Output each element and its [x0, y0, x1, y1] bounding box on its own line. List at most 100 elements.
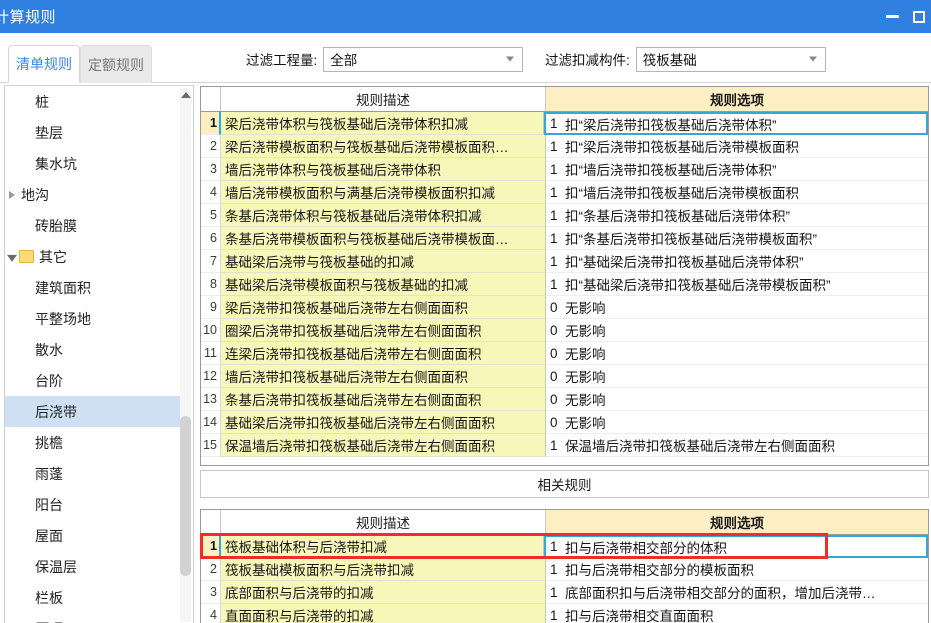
column-header-description[interactable]: 规则描述 [221, 87, 546, 111]
table-row[interactable]: 4 墙后浇带模板面积与满基后浇带模板面积扣减 1 扣“墙后浇带扣筏板基础后浇带模板面积 [201, 181, 928, 204]
tree-item[interactable]: 台阶 [5, 365, 183, 396]
row-index-cell[interactable]: 1 [201, 112, 221, 135]
table-row[interactable]: 8 基础梁后浇带模板面积与筏板基础的扣减 1 扣“基础梁后浇带扣筏板基础后浇带模板面积… [201, 273, 928, 296]
tree-item[interactable]: 平整场地 [5, 303, 183, 334]
rule-description-cell[interactable]: 连梁后浇带扣筏板基础后浇带左右侧面面积 [221, 342, 546, 365]
tree-item[interactable]: 地沟 [5, 179, 183, 210]
table-row[interactable]: 10 圈梁后浇带扣筏板基础后浇带左右侧面面积 0 无影响 [201, 319, 928, 342]
column-header-index[interactable] [201, 510, 221, 534]
table-row[interactable]: 12 墙后浇带扣筏板基础后浇带左右侧面面积 0 无影响 [201, 365, 928, 388]
rule-description-cell[interactable]: 筏板基础体积与后浇带扣减 [219, 535, 544, 558]
scroll-up-icon[interactable] [180, 88, 191, 102]
rule-description-cell[interactable]: 梁后浇带模板面积与筏板基础后浇带模板面积… [221, 135, 546, 158]
row-index-cell[interactable]: 13 [201, 388, 221, 411]
rule-option-cell[interactable]: 1 扣“条基后浇带扣筏板基础后浇带体积” [546, 204, 928, 227]
rule-description-cell[interactable]: 基础梁后浇带与筏板基础的扣减 [221, 250, 546, 273]
rule-description-cell[interactable]: 梁后浇带体积与筏板基础后浇带体积扣减 [219, 112, 544, 135]
rule-option-cell[interactable]: 0 无影响 [546, 319, 928, 342]
tree-item[interactable]: 桩 [5, 86, 183, 117]
row-index-cell[interactable]: 4 [201, 604, 221, 623]
rule-option-cell[interactable]: 1 扣与后浇带相交部分的模板面积 [546, 558, 928, 581]
row-index-cell[interactable]: 12 [201, 365, 221, 388]
tree-item[interactable]: 保温层 [5, 551, 183, 582]
rule-description-cell[interactable]: 条基后浇带扣筏板基础后浇带左右侧面面积 [221, 388, 546, 411]
rule-description-cell[interactable]: 墙后浇带模板面积与满基后浇带模板面积扣减 [221, 181, 546, 204]
row-index-cell[interactable]: 3 [201, 581, 221, 604]
table-row[interactable]: 15 保温墙后浇带扣筏板基础后浇带左右侧面面积 1 保温墙后浇带扣筏板基础后浇带左右侧… [201, 434, 928, 457]
rule-description-cell[interactable]: 基础梁后浇带模板面积与筏板基础的扣减 [221, 273, 546, 296]
rule-description-cell[interactable]: 条基后浇带体积与筏板基础后浇带体积扣减 [221, 204, 546, 227]
rule-option-cell[interactable]: 0 无影响 [546, 411, 928, 434]
tree-item[interactable]: 散水 [5, 334, 183, 365]
table-row[interactable]: 14 基础梁后浇带扣筏板基础后浇带左右侧面面积 0 无影响 [201, 411, 928, 434]
tree-item[interactable]: 建筑面积 [5, 272, 183, 303]
tree-item[interactable]: 雨蓬 [5, 458, 183, 489]
rule-option-cell[interactable]: 1 扣“墙后浇带扣筏板基础后浇带模板面积 [546, 181, 928, 204]
rule-option-cell[interactable]: 0 无影响 [546, 365, 928, 388]
row-index-cell[interactable]: 1 [201, 535, 221, 558]
column-header-option[interactable]: 规则选项 [546, 510, 928, 534]
row-index-cell[interactable]: 14 [201, 411, 221, 434]
column-header-index[interactable] [201, 87, 221, 111]
row-index-cell[interactable]: 5 [201, 204, 221, 227]
rule-option-cell[interactable]: 1 扣“梁后浇带扣筏板基础后浇带体积” [544, 112, 928, 135]
row-index-cell[interactable]: 8 [201, 273, 221, 296]
tree-item[interactable]: 集水坑 [5, 148, 183, 179]
row-index-cell[interactable]: 7 [201, 250, 221, 273]
tree-item[interactable]: 压顶 [5, 613, 183, 623]
tab-list-rules[interactable]: 清单规则 [8, 45, 80, 83]
tree-item[interactable]: 阳台 [5, 489, 183, 520]
table-row[interactable]: 11 连梁后浇带扣筏板基础后浇带左右侧面面积 0 无影响 [201, 342, 928, 365]
rule-option-cell[interactable]: 1 底部面积扣与后浇带相交部分的面积，增加后浇带… [546, 581, 928, 604]
tree-item[interactable]: 后浇带 [5, 396, 183, 427]
rule-description-cell[interactable]: 圈梁后浇带扣筏板基础后浇带左右侧面面积 [221, 319, 546, 342]
column-header-description[interactable]: 规则描述 [221, 510, 546, 534]
tree-item[interactable]: 垫层 [5, 117, 183, 148]
row-index-cell[interactable]: 2 [201, 135, 221, 158]
rule-option-cell[interactable]: 1 保温墙后浇带扣筏板基础后浇带左右侧面面积 [546, 434, 928, 457]
filter-deduction-select[interactable]: 筏板基础 [635, 46, 826, 72]
table-row[interactable]: 1 筏板基础体积与后浇带扣减 1 扣与后浇带相交部分的体积 [201, 535, 928, 558]
rule-description-cell[interactable]: 墙后浇带扣筏板基础后浇带左右侧面面积 [221, 365, 546, 388]
table-row[interactable]: 5 条基后浇带体积与筏板基础后浇带体积扣减 1 扣“条基后浇带扣筏板基础后浇带体积” [201, 204, 928, 227]
table-row[interactable]: 3 墙后浇带体积与筏板基础后浇带体积 1 扣“墙后浇带扣筏板基础后浇带体积” [201, 158, 928, 181]
rule-description-cell[interactable]: 条基后浇带模板面积与筏板基础后浇带模板面… [221, 227, 546, 250]
row-index-cell[interactable]: 3 [201, 158, 221, 181]
tree-item[interactable]: 砖胎膜 [5, 210, 183, 241]
rule-description-cell[interactable]: 直面面积与后浇带的扣减 [221, 604, 546, 623]
column-header-option[interactable]: 规则选项 [546, 87, 928, 111]
rule-option-cell[interactable]: 1 扣“基础梁后浇带扣筏板基础后浇带模板面积” [546, 273, 928, 296]
row-index-cell[interactable]: 4 [201, 181, 221, 204]
sidebar-scrollbar-thumb[interactable] [180, 416, 191, 576]
rule-description-cell[interactable]: 基础梁后浇带扣筏板基础后浇带左右侧面面积 [221, 411, 546, 434]
tab-quota-rules[interactable]: 定额规则 [80, 45, 152, 83]
rule-description-cell[interactable]: 筏板基础模板面积与后浇带扣减 [221, 558, 546, 581]
table-row[interactable]: 6 条基后浇带模板面积与筏板基础后浇带模板面… 1 扣“条基后浇带扣筏板基础后浇带模板… [201, 227, 928, 250]
table-row[interactable]: 7 基础梁后浇带与筏板基础的扣减 1 扣“基础梁后浇带扣筏板基础后浇带体积” [201, 250, 928, 273]
rule-description-cell[interactable]: 梁后浇带扣筏板基础后浇带左右侧面面积 [221, 296, 546, 319]
rule-description-cell[interactable]: 墙后浇带体积与筏板基础后浇带体积 [221, 158, 546, 181]
table-row[interactable]: 9 梁后浇带扣筏板基础后浇带左右侧面面积 0 无影响 [201, 296, 928, 319]
rule-option-cell[interactable]: 1 扣“梁后浇带扣筏板基础后浇带模板面积 [546, 135, 928, 158]
rule-option-cell[interactable]: 0 无影响 [546, 388, 928, 411]
table-row[interactable]: 13 条基后浇带扣筏板基础后浇带左右侧面面积 0 无影响 [201, 388, 928, 411]
table-row[interactable]: 1 梁后浇带体积与筏板基础后浇带体积扣减 1 扣“梁后浇带扣筏板基础后浇带体积” [201, 112, 928, 135]
row-index-cell[interactable]: 10 [201, 319, 221, 342]
rule-option-cell[interactable]: 1 扣与后浇带相交直面面积 [546, 604, 928, 623]
table-row[interactable]: 4 直面面积与后浇带的扣减 1 扣与后浇带相交直面面积 [201, 604, 928, 623]
rule-option-cell[interactable]: 1 扣“基础梁后浇带扣筏板基础后浇带体积” [546, 250, 928, 273]
table-row[interactable]: 2 筏板基础模板面积与后浇带扣减 1 扣与后浇带相交部分的模板面积 [201, 558, 928, 581]
tree-item[interactable]: 栏板 [5, 582, 183, 613]
rule-option-cell[interactable]: 0 无影响 [546, 342, 928, 365]
table-row[interactable]: 2 梁后浇带模板面积与筏板基础后浇带模板面积… 1 扣“梁后浇带扣筏板基础后浇带模板面… [201, 135, 928, 158]
tree-item[interactable]: 其它 [5, 241, 183, 272]
rule-description-cell[interactable]: 底部面积与后浇带的扣减 [221, 581, 546, 604]
row-index-cell[interactable]: 2 [201, 558, 221, 581]
rule-option-cell[interactable]: 1 扣“条基后浇带扣筏板基础后浇带模板面积” [546, 227, 928, 250]
tree-item[interactable]: 屋面 [5, 520, 183, 551]
maximize-button[interactable] [913, 0, 931, 33]
rule-option-cell[interactable]: 1 扣“墙后浇带扣筏板基础后浇带体积” [546, 158, 928, 181]
filter-quantity-select[interactable]: 全部 [323, 46, 524, 72]
rule-option-cell[interactable]: 0 无影响 [546, 296, 928, 319]
tree-item[interactable]: 挑檐 [5, 427, 183, 458]
